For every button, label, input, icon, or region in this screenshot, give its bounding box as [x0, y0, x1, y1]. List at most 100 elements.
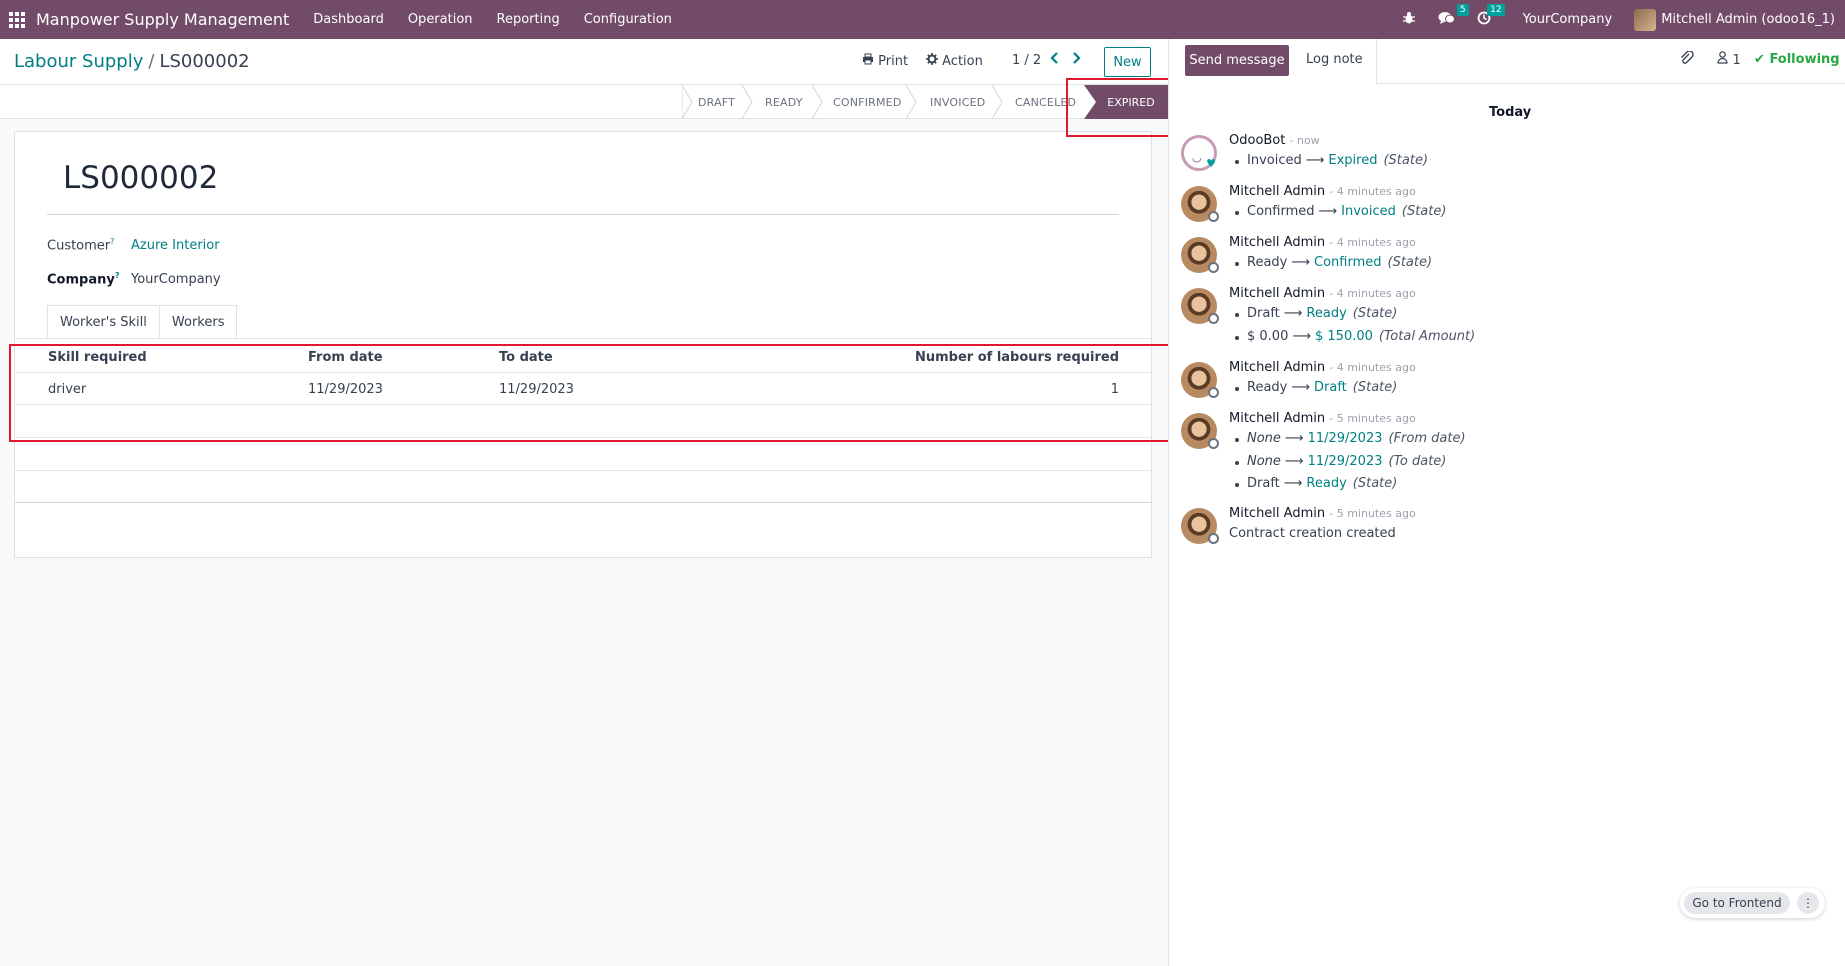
stage-draft[interactable]: DRAFT: [698, 85, 735, 119]
followers-button[interactable]: 1: [1717, 51, 1741, 68]
following-button[interactable]: ✔ Following: [1754, 52, 1840, 67]
menu-configuration[interactable]: Configuration: [584, 12, 672, 27]
arrow-right-icon: ⟶: [1291, 255, 1310, 270]
log-note-button[interactable]: Log note: [1306, 52, 1363, 67]
new-value: Invoiced: [1341, 204, 1396, 219]
user-avatar[interactable]: [1634, 8, 1657, 31]
control-panel: Labour Supply / LS000002 Print Action 1 / …: [0, 39, 1168, 85]
breadcrumb-parent[interactable]: Labour Supply: [14, 51, 143, 72]
message-author[interactable]: Mitchell Admin - 5 minutes ago: [1229, 506, 1416, 521]
stage-invoiced[interactable]: INVOICED: [930, 85, 985, 119]
chevron-left-icon[interactable]: [1050, 50, 1060, 69]
customer-label: Customer?: [47, 237, 114, 253]
menu-dashboard[interactable]: Dashboard: [313, 12, 384, 27]
new-value: 11/29/2023: [1307, 431, 1383, 446]
apps-menu-button[interactable]: [0, 0, 34, 39]
arrow-right-icon: ⟶: [1305, 153, 1325, 168]
customer-value[interactable]: Azure Interior: [131, 238, 220, 253]
status-dot-icon: [1208, 438, 1219, 449]
tracking-value: Confirmed ⟶ Invoiced (State): [1234, 204, 1447, 219]
company-value[interactable]: YourCompany: [131, 272, 221, 287]
send-message-button[interactable]: Send message: [1185, 45, 1289, 76]
status-bar: DRAFT READY CONFIRMED INVOICED CANCELED …: [0, 85, 1168, 119]
top-navbar: Manpower Supply Management Dashboard Ope…: [0, 0, 1845, 39]
company-switcher[interactable]: YourCompany: [1523, 12, 1613, 27]
tab-workers[interactable]: Workers: [159, 305, 238, 339]
message-author[interactable]: Mitchell Admin - 4 minutes ago: [1229, 360, 1416, 375]
message-author[interactable]: OdooBot - now: [1229, 133, 1320, 148]
arrow-right-icon: ⟶: [1284, 454, 1304, 469]
message-author[interactable]: Mitchell Admin - 5 minutes ago: [1229, 411, 1416, 426]
activities-badge: 12: [1487, 3, 1505, 16]
old-value: Confirmed: [1247, 204, 1315, 219]
tracking-value: Invoiced ⟶ Expired (State): [1234, 153, 1428, 168]
arrow-right-icon: ⟶: [1292, 329, 1311, 344]
author-avatar[interactable]: [1181, 508, 1219, 544]
chatter-topbar-divider: [1376, 83, 1845, 84]
old-value: $ 0.00: [1247, 329, 1289, 344]
paperclip-icon[interactable]: [1680, 50, 1694, 70]
messages-badge: 5: [1456, 3, 1469, 16]
date-separator: Today: [1489, 105, 1532, 120]
help-icon[interactable]: ?: [110, 237, 114, 246]
old-value: Draft: [1247, 476, 1280, 491]
author-avatar[interactable]: [1181, 413, 1219, 449]
bot-face-icon: ◡: [1192, 151, 1202, 164]
author-avatar[interactable]: [1181, 237, 1219, 273]
message-time: - 4 minutes ago: [1329, 287, 1416, 300]
check-icon: ✔: [1754, 52, 1765, 67]
tracking-value: $ 0.00 ⟶ $ 150.00 (Total Amount): [1234, 329, 1475, 344]
user-icon: [1717, 51, 1728, 68]
tab-workers-skill[interactable]: Worker's Skill: [47, 305, 160, 339]
author-avatar[interactable]: [1181, 186, 1219, 222]
table-footer-divider: [15, 502, 1151, 503]
print-button[interactable]: Print: [862, 53, 908, 69]
help-icon[interactable]: ?: [115, 271, 120, 280]
field-name: (State): [1401, 204, 1447, 219]
chat-icon[interactable]: 5: [1438, 3, 1469, 29]
customer-label-text: Customer: [47, 238, 111, 254]
new-button[interactable]: New: [1104, 47, 1151, 77]
message-time: - now: [1289, 134, 1320, 147]
stage-divider: [812, 85, 823, 119]
stage-ready[interactable]: READY: [765, 85, 803, 119]
app-name[interactable]: Manpower Supply Management: [36, 10, 289, 29]
gear-icon: [926, 53, 942, 69]
author-avatar[interactable]: [1181, 288, 1219, 324]
bug-icon[interactable]: [1402, 11, 1416, 29]
author-avatar[interactable]: [1181, 362, 1219, 398]
odoobot-avatar[interactable]: ◡ ♥: [1181, 135, 1217, 171]
field-name: (From date): [1388, 431, 1466, 446]
message-time: - 4 minutes ago: [1329, 236, 1416, 249]
action-button[interactable]: Action: [926, 53, 983, 69]
menu-operation[interactable]: Operation: [408, 12, 473, 27]
kebab-icon[interactable]: ⋮: [1797, 892, 1819, 914]
breadcrumb: Labour Supply / LS000002: [14, 51, 250, 72]
message-author[interactable]: Mitchell Admin - 4 minutes ago: [1229, 235, 1416, 250]
field-name: (State): [1352, 476, 1398, 491]
new-value: Confirmed: [1314, 255, 1382, 270]
menu-reporting[interactable]: Reporting: [497, 12, 560, 27]
heart-icon: ♥: [1206, 157, 1216, 170]
status-dot-icon: [1208, 262, 1219, 273]
tracking-value: None ⟶ 11/29/2023 (From date): [1235, 431, 1466, 446]
author-name: Mitchell Admin: [1229, 411, 1326, 426]
author-name: Mitchell Admin: [1229, 286, 1326, 301]
stage-confirmed[interactable]: CONFIRMED: [833, 85, 902, 119]
stage-divider: [682, 85, 683, 119]
apps-grid-icon: [9, 11, 25, 28]
clock-icon[interactable]: 12: [1477, 3, 1505, 29]
status-dot-icon: [1208, 211, 1219, 222]
go-to-frontend-button[interactable]: Go to Frontend: [1684, 892, 1790, 914]
message-author[interactable]: Mitchell Admin - 4 minutes ago: [1229, 184, 1416, 199]
stage-divider: [906, 85, 917, 119]
message-time: - 4 minutes ago: [1329, 185, 1416, 198]
tab-divider: [15, 338, 1151, 339]
user-menu[interactable]: Mitchell Admin (odoo16_1): [1661, 12, 1835, 27]
message-author[interactable]: Mitchell Admin - 4 minutes ago: [1229, 286, 1416, 301]
new-value: 11/29/2023: [1307, 454, 1383, 469]
status-dot-icon: [1208, 387, 1219, 398]
pager-value[interactable]: 1 / 2: [1012, 53, 1041, 68]
company-label: Company?: [47, 271, 119, 287]
chevron-right-icon[interactable]: [1071, 50, 1081, 69]
